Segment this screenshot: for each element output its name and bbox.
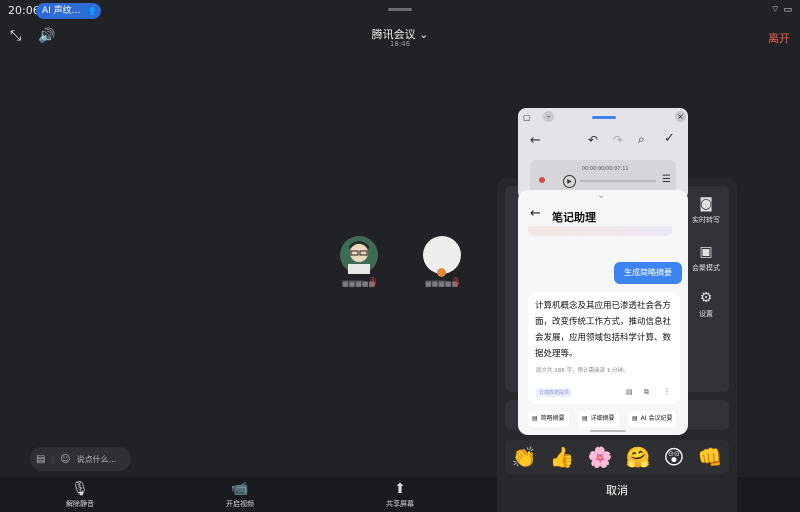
host-badge-icon xyxy=(437,268,446,277)
share-screen-button[interactable]: ⬆ 共享屏幕 xyxy=(370,481,430,509)
emoji-icon[interactable]: ☺ xyxy=(60,454,70,465)
notes-back-arrow-icon[interactable]: ← xyxy=(530,206,541,221)
participant-name: ■■■■■ xyxy=(342,280,376,288)
transcribe-icon: ◙ xyxy=(699,196,713,212)
unmute-button[interactable]: 🎙 解除静音 xyxy=(50,481,110,509)
participant-name: ■■■■■ xyxy=(425,280,459,288)
gear-icon: ⚙ xyxy=(699,290,713,306)
wifi-icon: ⌔ xyxy=(771,5,780,15)
back-arrow-icon[interactable]: ← xyxy=(530,133,541,148)
transcribe-button[interactable]: ◙ 实时转写 xyxy=(686,196,726,225)
summary-meta: 原文共 286 字，预计需阅读 1 分钟。 xyxy=(536,368,629,374)
cancel-button[interactable]: 取消 xyxy=(497,476,737,506)
collapse-chevron-icon[interactable]: ⌄ xyxy=(597,190,605,201)
audio-progress-track[interactable] xyxy=(580,180,656,182)
window-handle[interactable] xyxy=(592,116,616,119)
transcribe-label: 实时转写 xyxy=(692,216,720,224)
flower-reaction[interactable]: 🌸 xyxy=(588,445,613,469)
chat-input[interactable]: ▤ | ☺ 说点什么... xyxy=(30,447,131,471)
surprised-reaction[interactable]: 😲 xyxy=(664,445,685,469)
chat-placeholder: 说点什么... xyxy=(76,454,117,464)
copy-icon[interactable]: ⧉ xyxy=(644,388,649,397)
unmute-label: 解除静音 xyxy=(66,500,94,508)
gallery-mode-button[interactable]: ▣ 会聚模式 xyxy=(686,244,726,273)
minimize-window-icon[interactable]: – xyxy=(543,111,554,122)
thumbs-up-reaction[interactable]: 👍 xyxy=(550,445,575,469)
status-icons: ⌔ ▭ xyxy=(771,4,792,16)
mic-off-icon: 🎙 xyxy=(71,481,89,497)
ai-pill-label: AI 声纹... xyxy=(42,6,81,16)
video-off-icon: 📹 xyxy=(231,481,249,497)
drag-handle[interactable] xyxy=(388,8,412,11)
start-video-button[interactable]: 📹 开启视频 xyxy=(210,481,270,509)
status-time: 20:06 xyxy=(8,4,40,17)
notes-title: 笔记助理 xyxy=(552,211,596,224)
divider: | xyxy=(51,454,55,464)
chip-label: 详细摘要 xyxy=(590,415,615,422)
doc-icon: ▤ xyxy=(582,415,588,422)
avatar-illustration xyxy=(340,236,378,274)
search-icon[interactable]: ⌕ xyxy=(638,132,645,147)
settings-label: 设置 xyxy=(699,310,713,318)
reaction-bar: 👏 👍 🌸 🤗 😲 👊 xyxy=(505,440,729,474)
check-icon[interactable]: ✓ xyxy=(664,131,675,146)
share-screen-icon: ⬆ xyxy=(394,481,406,497)
fist-bump-reaction[interactable]: 👊 xyxy=(698,445,723,469)
share-label: 共享屏幕 xyxy=(386,500,414,508)
window-restore-icon[interactable]: ▢ xyxy=(523,113,531,122)
mic-muted-icon: 🎙 xyxy=(368,277,379,286)
redo-icon[interactable]: ↷ xyxy=(613,133,623,147)
generate-summary-button[interactable]: 生成简略摘要 xyxy=(614,262,682,284)
battery-icon: ▭ xyxy=(783,4,792,15)
close-icon[interactable]: × xyxy=(675,111,686,122)
meeting-duration: 18:46 xyxy=(389,40,411,48)
doc-icon: ▤ xyxy=(532,415,538,422)
gallery-label: 会聚模式 xyxy=(692,264,720,272)
summary-text: 计算机概念及其应用已渗透社会各方面，改变传统工作方式，推动信息社会发展，应用领域… xyxy=(535,301,672,359)
settings-button[interactable]: ⚙ 设置 xyxy=(686,290,726,319)
mic-muted-icon: 🎙 xyxy=(451,277,462,286)
more-icon[interactable]: ⋮ xyxy=(663,387,671,396)
clap-reaction[interactable]: 👏 xyxy=(512,445,537,469)
cloud-data-tag: 云端数据提供 xyxy=(536,388,573,397)
participant-avatar[interactable] xyxy=(340,236,378,274)
leave-button[interactable]: 离开 xyxy=(768,30,790,46)
previous-message xyxy=(528,226,672,236)
play-icon[interactable]: ▶ xyxy=(563,175,576,188)
chat-list-icon[interactable]: ▤ xyxy=(36,454,45,465)
people-icon: 👥 xyxy=(84,6,96,16)
ai-minutes-chip[interactable]: ▤ AI 会议纪要 xyxy=(628,411,677,427)
note-icon[interactable]: ▤ xyxy=(626,388,633,396)
video-label: 开启视频 xyxy=(226,500,254,508)
detailed-summary-chip[interactable]: ▤ 详细摘要 xyxy=(578,411,619,427)
card-scroll-indicator xyxy=(590,430,626,432)
chip-label: 简略摘要 xyxy=(540,415,565,422)
list-icon[interactable]: ☰ xyxy=(662,174,671,185)
undo-icon[interactable]: ↶ xyxy=(588,133,598,147)
gallery-icon: ▣ xyxy=(699,244,713,260)
player-time: 00:00:00/00:07:11 xyxy=(582,166,629,172)
ai-voiceprint-pill[interactable]: AI 声纹... 👥 xyxy=(36,3,102,19)
record-icon[interactable] xyxy=(539,177,545,183)
brief-summary-chip[interactable]: ▤ 简略摘要 xyxy=(528,411,569,427)
doc-icon: ▤ xyxy=(632,415,638,422)
hug-reaction[interactable]: 🤗 xyxy=(626,445,651,469)
chip-label: AI 会议纪要 xyxy=(640,415,673,422)
